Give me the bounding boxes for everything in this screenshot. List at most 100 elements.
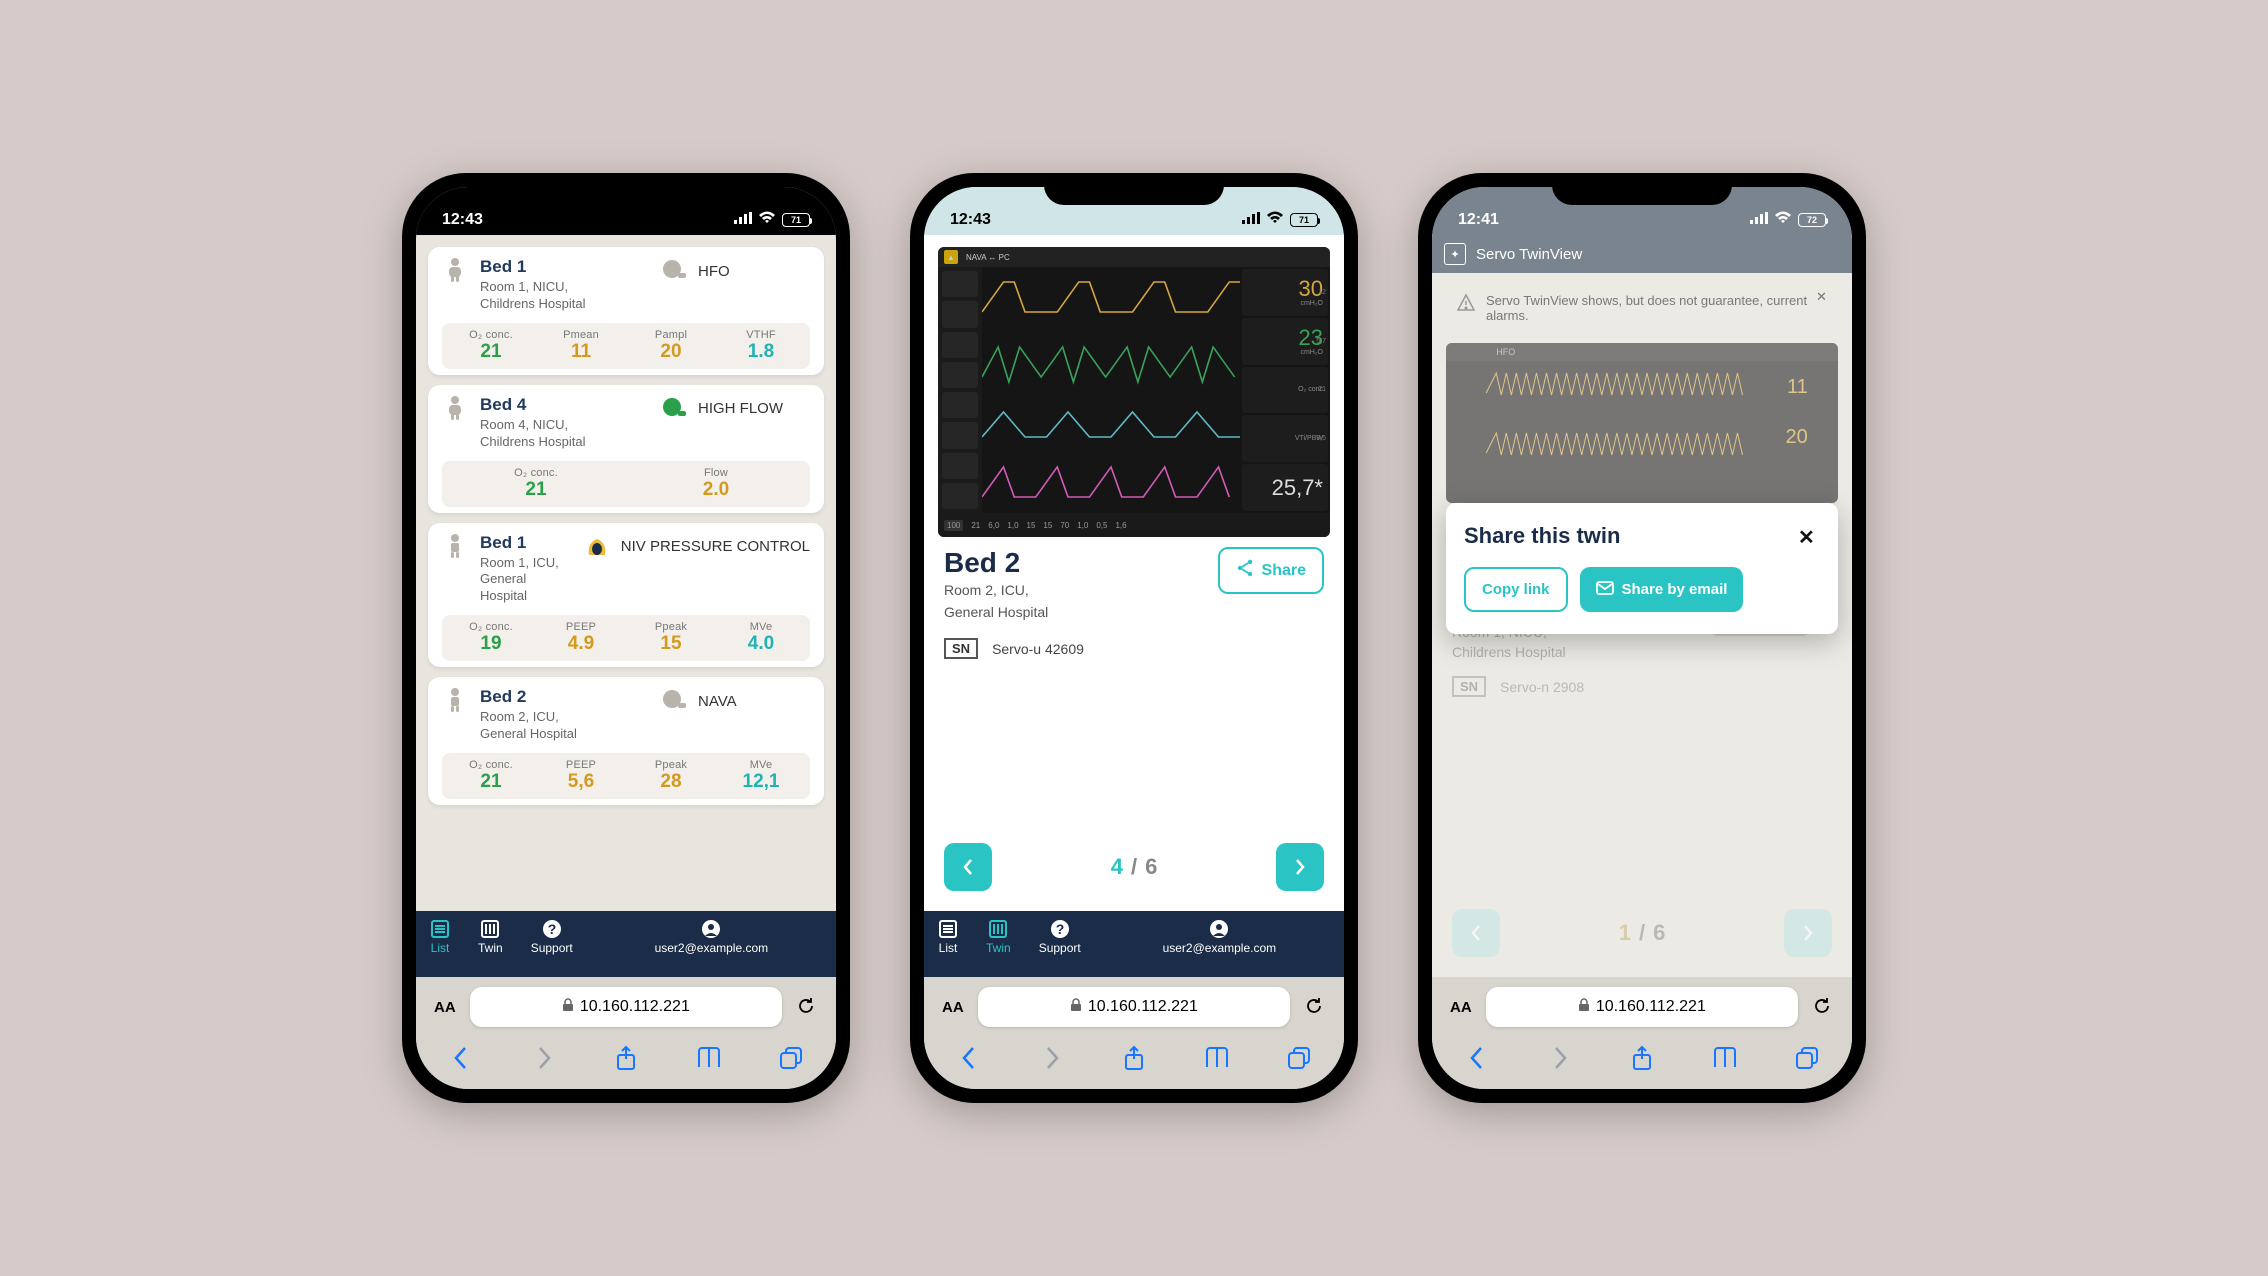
share-button[interactable]: Share [1218, 547, 1324, 594]
list-icon [938, 919, 958, 939]
sn-value: Servo-n 2908 [1500, 679, 1584, 695]
safari-url-bar: AA 10.160.112.221 [1432, 977, 1852, 1035]
stat-label: O₂ conc. [446, 329, 536, 341]
url-field[interactable]: 10.160.112.221 [1486, 987, 1798, 1027]
svg-text:HFO: HFO [1496, 347, 1515, 357]
vent-numeric: 30cmH₂O12 [1242, 269, 1328, 316]
stat: Flow2.0 [626, 467, 806, 501]
bookmarks-icon[interactable] [1708, 1041, 1742, 1075]
tabs-icon[interactable] [774, 1041, 808, 1075]
nav-support[interactable]: ? Support [517, 911, 587, 977]
stat-label: Pmean [536, 329, 626, 341]
reload-button[interactable] [1304, 996, 1326, 1018]
wifi-icon [1266, 211, 1284, 229]
stat: O₂ conc.21 [446, 759, 536, 793]
nav-twin[interactable]: Twin [464, 911, 517, 977]
stat: O₂ conc.21 [446, 467, 626, 501]
bookmarks-icon[interactable] [1200, 1041, 1234, 1075]
bed-card[interactable]: Bed 2 Room 2, ICU, General Hospital NAVA… [428, 677, 824, 805]
battery-icon: 71 [782, 213, 810, 227]
share-icon[interactable] [1117, 1041, 1151, 1075]
wifi-icon [758, 211, 776, 229]
stat: VTHF1.8 [716, 329, 806, 363]
bed-location: Childrens Hospital [480, 434, 648, 451]
share-icon[interactable] [609, 1041, 643, 1075]
nav-support[interactable]: ? Support [1025, 911, 1095, 977]
stat: PEEP5,6 [536, 759, 626, 793]
stat-value: 4.9 [568, 633, 594, 654]
forward-button[interactable] [1543, 1041, 1577, 1075]
modal-title: Share this twin [1464, 523, 1620, 549]
nav-user[interactable]: user2@example.com [1095, 911, 1344, 977]
status-time: 12:43 [442, 211, 483, 229]
share-icon[interactable] [1625, 1041, 1659, 1075]
banner-text: Servo TwinView shows, but does not guara… [1486, 293, 1828, 323]
stat: PEEP4.9 [536, 621, 626, 655]
url-field[interactable]: 10.160.112.221 [978, 987, 1290, 1027]
reload-button[interactable] [1812, 996, 1834, 1018]
nav-list[interactable]: List [924, 911, 972, 977]
bookmarks-icon[interactable] [692, 1041, 726, 1075]
bed-list-page[interactable]: Bed 1 Room 1, NICU, Childrens Hospital H… [416, 235, 836, 911]
tabs-icon[interactable] [1282, 1041, 1316, 1075]
back-button[interactable] [1460, 1041, 1494, 1075]
app-title: Servo TwinView [1476, 246, 1582, 263]
status-time: 12:43 [950, 211, 991, 229]
banner-close-button[interactable]: ✕ [1816, 289, 1834, 307]
notch [1044, 173, 1224, 205]
prev-button[interactable] [944, 843, 992, 891]
text-size-button[interactable]: AA [1450, 999, 1472, 1016]
share-email-button[interactable]: Share by email [1580, 567, 1744, 612]
user-icon [1209, 919, 1229, 939]
pager-text: 1/6 [1619, 920, 1666, 946]
bed-location: Room 1, NICU, [480, 279, 648, 296]
text-size-button[interactable]: AA [434, 999, 456, 1016]
nav-twin[interactable]: Twin [972, 911, 1025, 977]
stat-value: 1.8 [748, 341, 774, 362]
bed-card[interactable]: Bed 1 Room 1, ICU, General Hospital NIV … [428, 523, 824, 668]
bed-card[interactable]: Bed 1 Room 1, NICU, Childrens Hospital H… [428, 247, 824, 375]
stat-label: VTHF [716, 329, 806, 341]
reload-button[interactable] [796, 996, 818, 1018]
copy-link-button[interactable]: Copy link [1464, 567, 1568, 612]
nav-list[interactable]: List [416, 911, 464, 977]
modal-close-button[interactable]: ✕ [1798, 525, 1820, 547]
stat: MVe12,1 [716, 759, 806, 793]
back-button[interactable] [952, 1041, 986, 1075]
next-button [1784, 909, 1832, 957]
safari-toolbar [924, 1035, 1344, 1089]
stat: Pampl20 [626, 329, 716, 363]
sn-badge: SN [1452, 676, 1486, 697]
phone-list: 12:43 71 Bed 1 Room 1, NICU, Childrens H… [402, 173, 850, 1103]
back-button[interactable] [444, 1041, 478, 1075]
stat-value: 11 [571, 341, 591, 362]
url-field[interactable]: 10.160.112.221 [470, 987, 782, 1027]
mode-label: NIV PRESSURE CONTROL [621, 538, 810, 555]
forward-button[interactable] [1035, 1041, 1069, 1075]
nav-user[interactable]: user2@example.com [587, 911, 836, 977]
ventilator-screen[interactable]: ▲ NAVA ↔ PC [938, 247, 1330, 537]
share-modal: Share this twin ✕ Copy link Share by ema… [1446, 503, 1838, 634]
bed-card[interactable]: Bed 4 Room 4, NICU, Childrens Hospital H… [428, 385, 824, 513]
cellular-icon [1242, 211, 1260, 229]
vent-numeric: 25,7* [1242, 464, 1328, 511]
forward-button[interactable] [527, 1041, 561, 1075]
twin-loc-2: General Hospital [944, 603, 1048, 623]
bed-title: Bed 1 [480, 533, 571, 553]
bed-title: Bed 1 [480, 257, 648, 277]
battery-icon: 72 [1798, 213, 1826, 227]
patient-icon [442, 533, 468, 559]
app-logo-icon: ✦ [1444, 243, 1466, 265]
vent-numeric: O₂ conc21 [1242, 367, 1328, 414]
vent-mode: NAVA ↔ PC [966, 253, 1010, 262]
stat-value: 21 [525, 479, 546, 500]
text-size-button[interactable]: AA [942, 999, 964, 1016]
stat-label: MVe [716, 621, 806, 633]
tabs-icon[interactable] [1790, 1041, 1824, 1075]
status-icons: 71 [1242, 211, 1318, 229]
stat-value: 20 [660, 341, 681, 362]
twin-bed-title: Bed 2 [944, 547, 1048, 579]
next-button[interactable] [1276, 843, 1324, 891]
vent-waveforms [982, 267, 1240, 513]
app-header: ✦ Servo TwinView [1432, 235, 1852, 273]
